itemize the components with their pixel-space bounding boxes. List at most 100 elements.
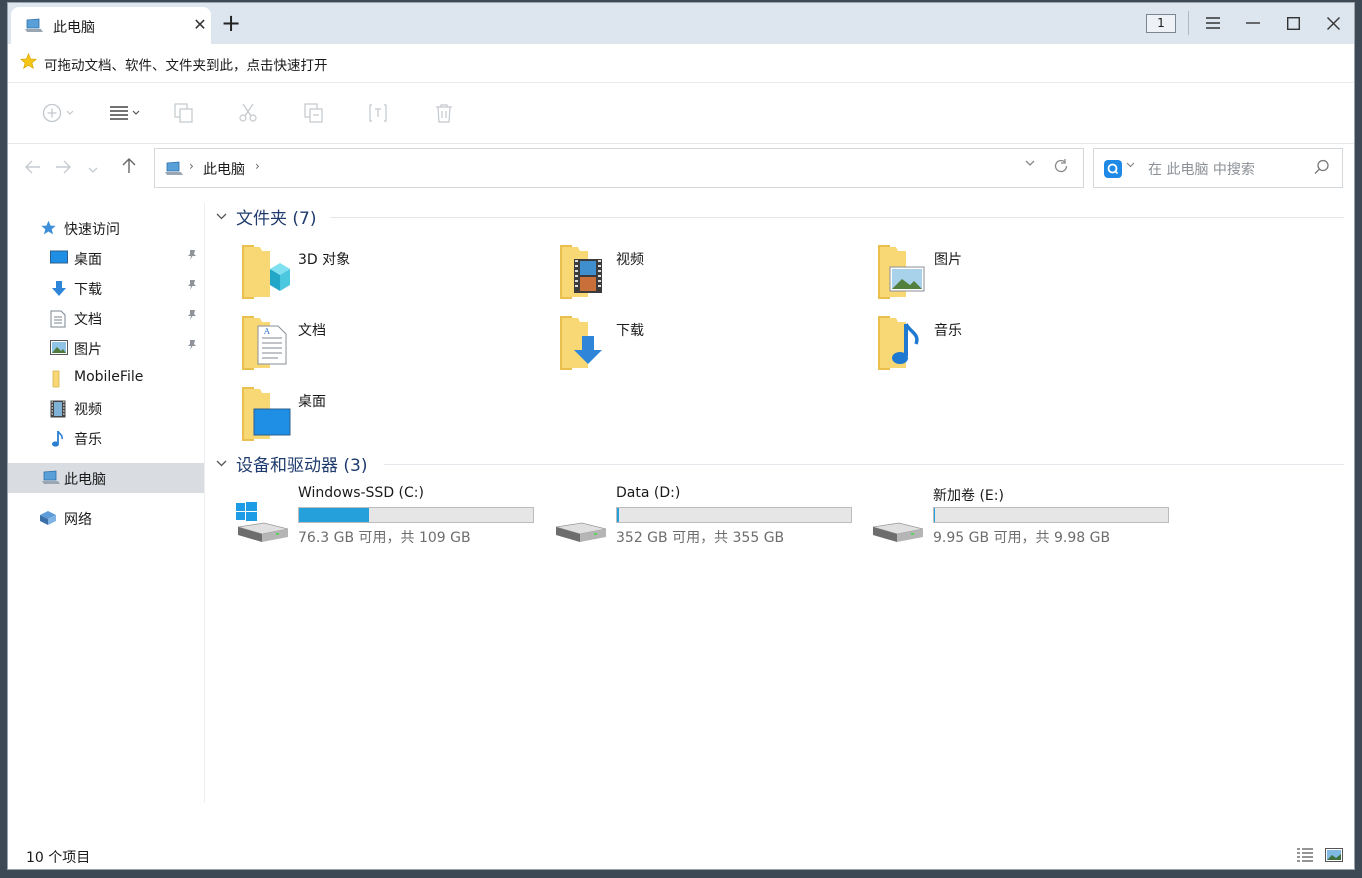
drive-icon — [871, 499, 927, 543]
chevron-down-icon — [132, 110, 140, 115]
tab-this-pc[interactable]: 此电脑 ✕ — [11, 7, 211, 44]
folder-pictures[interactable]: 图片 — [876, 241, 1176, 307]
new-button[interactable] — [42, 101, 74, 125]
details-view-button[interactable] — [1296, 847, 1314, 863]
sidebar-item-documents[interactable]: 文档 — [8, 303, 204, 333]
folder-name: 图片 — [934, 252, 962, 268]
chevron-down-icon — [66, 110, 74, 115]
recent-locations-button[interactable] — [82, 158, 104, 180]
3d-objects-folder-icon — [240, 241, 292, 303]
folder-music[interactable]: 音乐 — [876, 312, 1176, 378]
titlebar-divider — [1188, 11, 1189, 35]
folder-name: 音乐 — [934, 323, 962, 339]
breadcrumb-separator[interactable]: › — [255, 159, 260, 173]
minimize-button[interactable] — [1237, 9, 1269, 37]
folder-name: 文档 — [298, 323, 326, 339]
list-view-icon — [110, 106, 128, 120]
paste-button[interactable] — [304, 101, 324, 125]
drive-c[interactable]: Windows-SSD (C:) 76.3 GB 可用，共 109 GB — [236, 485, 546, 547]
refresh-button[interactable] — [1053, 158, 1069, 178]
drive-d[interactable]: Data (D:) 352 GB 可用，共 355 GB — [554, 485, 864, 547]
chevron-down-icon — [88, 167, 98, 173]
download-icon — [50, 280, 66, 296]
folders-group-header[interactable]: 文件夹 (7) — [216, 202, 316, 230]
windows-drive-icon — [236, 499, 292, 543]
search-engine-dropdown[interactable] — [1126, 160, 1135, 171]
rename-icon — [369, 104, 387, 122]
menu-button[interactable] — [1197, 9, 1229, 37]
folder-name: 下载 — [616, 323, 644, 339]
drive-icon — [554, 499, 610, 543]
pin-icon[interactable] — [186, 309, 198, 324]
drive-usage-fill — [934, 508, 935, 522]
delete-button[interactable] — [434, 101, 454, 125]
back-button[interactable] — [22, 158, 44, 180]
folder-downloads[interactable]: 下载 — [558, 312, 858, 378]
pin-icon[interactable] — [186, 339, 198, 354]
status-bar: 10 个项目 — [8, 841, 1354, 869]
drives-group-header[interactable]: 设备和驱动器 (3) — [216, 449, 367, 477]
sidebar-item-music[interactable]: 音乐 — [8, 423, 204, 453]
sidebar-item-mobilefile[interactable]: MobileFile — [8, 363, 204, 393]
close-window-button[interactable] — [1317, 9, 1349, 37]
star-icon — [40, 220, 56, 236]
drive-space-info: 9.95 GB 可用，共 9.98 GB — [933, 530, 1111, 546]
sidebar-item-this-pc[interactable]: 此电脑 — [8, 463, 204, 493]
computer-icon — [25, 18, 43, 37]
copy-icon — [174, 103, 193, 123]
chevron-down-icon — [216, 456, 236, 470]
sidebar-item-label: 图片 — [74, 342, 102, 358]
quick-access-bar[interactable]: 可拖动文档、软件、文件夹到此，点击快速打开 — [8, 44, 1354, 83]
downloads-folder-icon — [558, 312, 610, 374]
tab-count-badge[interactable]: 1 — [1146, 14, 1176, 33]
search-input[interactable]: 在 此电脑 中搜索 — [1148, 159, 1255, 179]
folder-name: 桌面 — [298, 394, 326, 410]
view-menu-button[interactable] — [110, 101, 140, 125]
forward-button[interactable] — [52, 158, 74, 180]
drive-usage-bar — [298, 507, 534, 523]
folder-3d-objects[interactable]: 3D 对象 — [240, 241, 540, 307]
folder-icon — [50, 370, 66, 388]
sidebar-item-pictures[interactable]: 图片 — [8, 333, 204, 363]
large-icons-view-button[interactable] — [1325, 847, 1343, 863]
maximize-button[interactable] — [1277, 9, 1309, 37]
drive-e[interactable]: 新加卷 (E:) 9.95 GB 可用，共 9.98 GB — [871, 485, 1181, 547]
cut-button[interactable] — [238, 101, 258, 125]
sidebar-item-desktop[interactable]: 桌面 — [8, 243, 204, 273]
network-icon — [38, 510, 56, 526]
search-box[interactable]: 在 此电脑 中搜索 — [1093, 148, 1343, 188]
close-tab-button[interactable]: ✕ — [191, 15, 209, 35]
pin-icon[interactable] — [186, 249, 198, 264]
search-engine-icon[interactable] — [1104, 160, 1122, 178]
scissors-icon — [239, 103, 257, 122]
folder-desktop[interactable]: 桌面 — [240, 383, 540, 449]
folder-documents[interactable]: A 文档 — [240, 312, 540, 378]
sidebar-item-label: 网络 — [64, 512, 92, 528]
address-history-button[interactable] — [1025, 159, 1035, 170]
copy-button[interactable] — [174, 101, 194, 125]
up-button[interactable] — [118, 158, 140, 180]
sidebar-item-quick-access[interactable]: 快速访问 — [8, 213, 204, 243]
large-icons-view-icon — [1325, 848, 1343, 862]
refresh-icon — [1054, 159, 1068, 173]
pictures-folder-icon — [876, 241, 928, 303]
chevron-down-icon — [1025, 160, 1035, 166]
group-title: 设备和驱动器 (3) — [236, 455, 368, 476]
address-bar[interactable]: › 此电脑 › — [154, 148, 1084, 188]
rename-button[interactable] — [368, 101, 388, 125]
sidebar-item-label: 桌面 — [74, 252, 102, 268]
close-icon — [1326, 16, 1340, 30]
sidebar-item-network[interactable]: 网络 — [8, 503, 204, 533]
breadcrumb-this-pc[interactable]: 此电脑 — [203, 159, 245, 179]
breadcrumb-separator[interactable]: › — [189, 159, 194, 173]
plus-circle-icon — [42, 103, 62, 123]
drive-name: 新加卷 (E:) — [933, 488, 1004, 504]
music-folder-icon — [876, 312, 928, 374]
sidebar-item-videos[interactable]: 视频 — [8, 393, 204, 423]
new-tab-button[interactable]: + — [218, 8, 244, 38]
folder-videos[interactable]: 视频 — [558, 241, 858, 307]
search-icon[interactable] — [1314, 159, 1330, 179]
pin-icon[interactable] — [186, 279, 198, 294]
sidebar-item-downloads[interactable]: 下载 — [8, 273, 204, 303]
drive-usage-fill — [617, 508, 620, 522]
